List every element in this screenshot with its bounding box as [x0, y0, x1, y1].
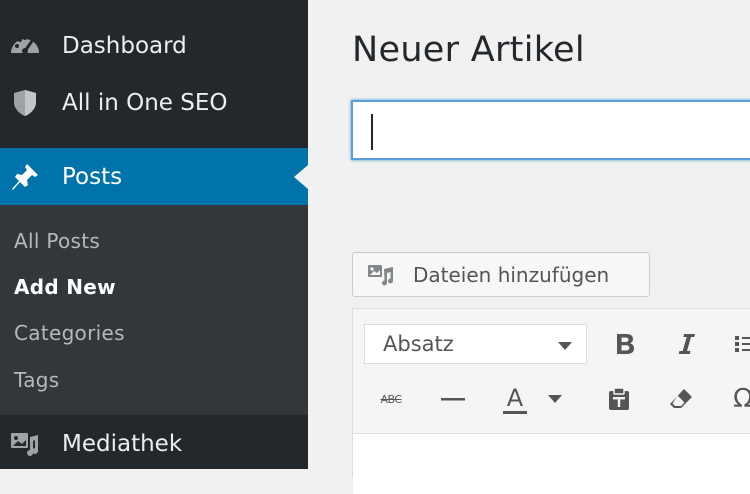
bullet-list-button[interactable] [731, 324, 750, 364]
submenu-item-categories[interactable]: Categories [14, 321, 125, 345]
sidebar-item-all-in-one-seo[interactable]: All in One SEO [0, 75, 308, 131]
shield-icon [8, 86, 42, 120]
sidebar-item-label: Posts [62, 163, 123, 190]
posts-submenu: All Posts Add New Categories Tags [0, 205, 308, 415]
bold-icon [617, 334, 634, 354]
paste-as-text-button[interactable] [599, 379, 639, 419]
strikethrough-icon: ABC [380, 392, 402, 406]
clear-formatting-button[interactable] [661, 379, 701, 419]
format-select[interactable]: Absatz [364, 324, 587, 364]
media-icon [8, 427, 42, 461]
bullet-list-icon [735, 336, 750, 352]
post-editor: Absatz ABC A Ω [352, 308, 750, 494]
pin-icon [8, 160, 42, 194]
add-media-label: Dateien hinzufügen [413, 262, 610, 287]
text-color-dropdown[interactable] [543, 379, 567, 419]
main-content: Neuer Artikel Dateien hinzufügen Absatz … [308, 0, 750, 494]
media-icon [367, 263, 397, 287]
admin-sidebar: Dashboard All in One SEO Posts All Posts… [0, 0, 308, 469]
text-color-button[interactable]: A [495, 379, 535, 419]
submenu-item-tags[interactable]: Tags [14, 368, 59, 392]
submenu-item-all-posts[interactable]: All Posts [14, 229, 100, 253]
strikethrough-button[interactable]: ABC [371, 379, 411, 419]
submenu-item-add-new[interactable]: Add New [14, 275, 116, 299]
horizontal-line-button[interactable] [433, 379, 473, 419]
clear-formatting-icon [670, 389, 692, 408]
page-title: Neuer Artikel [352, 30, 585, 70]
sidebar-item-label: Dashboard [62, 33, 187, 59]
special-character-button[interactable]: Ω [723, 379, 750, 419]
text-cursor [371, 114, 373, 150]
horizontal-line-icon [441, 398, 465, 401]
sidebar-item-dashboard[interactable]: Dashboard [0, 18, 308, 74]
paste-as-text-icon [609, 387, 629, 410]
sidebar-item-mediathek[interactable]: Mediathek [0, 416, 308, 472]
italic-icon [678, 334, 695, 354]
special-character-icon: Ω [733, 384, 750, 414]
add-media-button[interactable]: Dateien hinzufügen [352, 252, 650, 297]
dashboard-icon [8, 29, 42, 63]
editor-content-area[interactable] [353, 433, 750, 494]
chevron-down-icon [558, 342, 572, 350]
sidebar-item-posts[interactable]: Posts [0, 148, 308, 205]
format-select-value: Absatz [383, 332, 454, 356]
sidebar-item-label: Mediathek [62, 431, 183, 457]
text-color-icon: A [502, 385, 528, 414]
chevron-down-icon [548, 395, 562, 403]
italic-button[interactable] [666, 324, 706, 364]
post-title-input[interactable] [351, 100, 750, 160]
bold-button[interactable] [605, 324, 645, 364]
sidebar-item-label: All in One SEO [62, 90, 228, 116]
active-menu-pointer [294, 164, 308, 189]
